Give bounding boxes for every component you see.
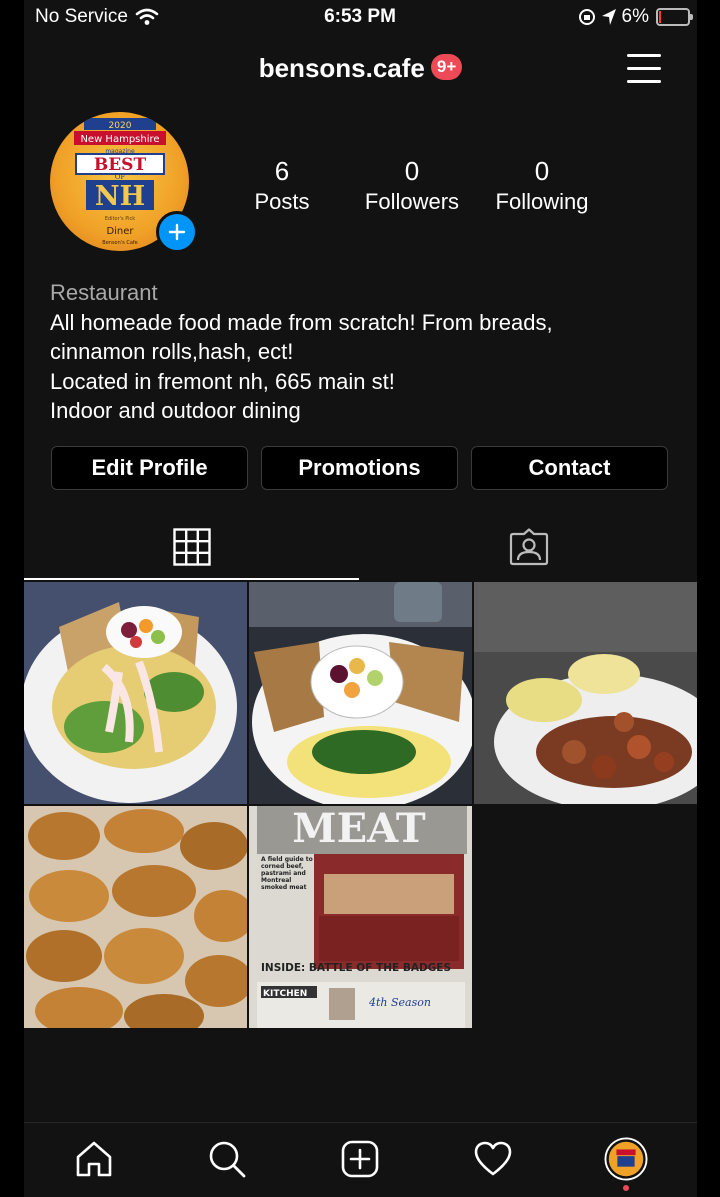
stat-label: Posts — [254, 189, 310, 214]
profile-screen: bensons.cafe 9+ 2020 New Hampshire magazi… — [24, 0, 697, 1197]
logo-of: OF — [115, 173, 126, 181]
eggs-benedict-photo — [474, 582, 697, 804]
notification-dot — [623, 1185, 629, 1191]
location-arrow-icon — [601, 9, 616, 25]
tagged-person-icon — [509, 528, 549, 566]
add-story-button[interactable] — [156, 211, 198, 253]
battery-icon — [656, 8, 693, 26]
hamburger-icon — [627, 54, 661, 57]
search-icon — [209, 1141, 246, 1178]
post-thumbnail[interactable] — [249, 582, 472, 804]
newspaper-blurb: A field guide to corned beef, pastrami a… — [261, 856, 313, 891]
status-bar: No Service 6:53 PM 6% — [0, 0, 720, 34]
orientation-lock-icon — [578, 9, 595, 25]
nav-home[interactable] — [72, 1137, 116, 1181]
bio-line: cinnamon rolls,hash, ect! — [50, 339, 294, 364]
heart-icon — [474, 1141, 512, 1176]
status-right: 6% — [578, 6, 693, 28]
omelette-photo — [24, 582, 247, 804]
followers-count[interactable]: 0 Followers — [347, 156, 477, 215]
posts-count[interactable]: 6 Posts — [217, 156, 347, 215]
profile-tabs — [24, 516, 697, 580]
account-switch-badge: 9+ — [430, 54, 463, 81]
logo-pick: Editor's Pick — [105, 216, 135, 222]
promotions-button[interactable]: Promotions — [261, 446, 458, 490]
logo-name: Benson's Cafe — [102, 240, 137, 246]
nav-profile[interactable] — [604, 1137, 648, 1181]
tab-grid[interactable] — [24, 516, 360, 578]
croissants-photo — [24, 806, 247, 1028]
active-tab-indicator — [24, 578, 359, 580]
nav-activity[interactable] — [471, 1137, 515, 1181]
edit-profile-button[interactable]: Edit Profile — [51, 446, 248, 490]
contact-button[interactable]: Contact — [471, 446, 668, 490]
plus-icon — [168, 223, 186, 241]
breakfast-plate-photo — [249, 582, 472, 804]
newspaper-inside-line: INSIDE: BATTLE OF THE BADGES — [261, 962, 451, 974]
post-thumbnail[interactable] — [24, 806, 247, 1028]
newspaper-photo: MEAT A field guide to corned beef, pastr… — [249, 806, 472, 1028]
profile-username-header[interactable]: bensons.cafe 9+ — [24, 53, 697, 84]
newspaper-season: 4th Season — [368, 996, 431, 1009]
nav-search[interactable] — [205, 1137, 249, 1181]
newspaper-headline: MEAT — [292, 806, 426, 852]
logo-year: 2020 — [109, 121, 132, 131]
profile-avatar-icon — [604, 1137, 648, 1181]
nav-create[interactable] — [338, 1137, 382, 1181]
tab-tagged[interactable] — [361, 516, 697, 578]
logo-magazine: New Hampshire — [80, 134, 159, 145]
add-post-icon — [341, 1140, 379, 1178]
battery-level-fill — [659, 11, 661, 23]
battery-percent: 6% — [621, 6, 649, 27]
logo-best: BEST — [94, 155, 147, 175]
post-thumbnail[interactable] — [24, 582, 247, 804]
stat-number: 6 — [274, 156, 290, 186]
post-thumbnail[interactable]: MEAT A field guide to corned beef, pastr… — [249, 806, 472, 1028]
bio-line: Indoor and outdoor dining — [50, 398, 301, 423]
stat-label: Following — [495, 189, 589, 214]
logo-category: Diner — [106, 226, 134, 237]
profile-bio: Restaurant All homeade food made from sc… — [50, 278, 670, 426]
following-count[interactable]: 0 Following — [477, 156, 607, 215]
bio-line: All homeade food made from scratch! From… — [50, 309, 553, 335]
logo-nh: NH — [95, 181, 145, 212]
profile-category: Restaurant — [50, 280, 158, 305]
username: bensons.cafe — [258, 53, 425, 83]
bio-line: Located in fremont nh, 665 main st! — [50, 368, 395, 394]
stat-number: 0 — [404, 156, 420, 186]
newspaper-kitchen: KITCHEN — [263, 989, 307, 999]
post-thumbnail[interactable] — [474, 582, 697, 804]
stat-label: Followers — [364, 189, 460, 214]
bottom-navigation — [24, 1122, 697, 1197]
stat-number: 0 — [534, 156, 550, 186]
home-icon — [76, 1141, 112, 1177]
menu-button[interactable] — [627, 52, 661, 84]
grid-icon — [173, 528, 211, 566]
